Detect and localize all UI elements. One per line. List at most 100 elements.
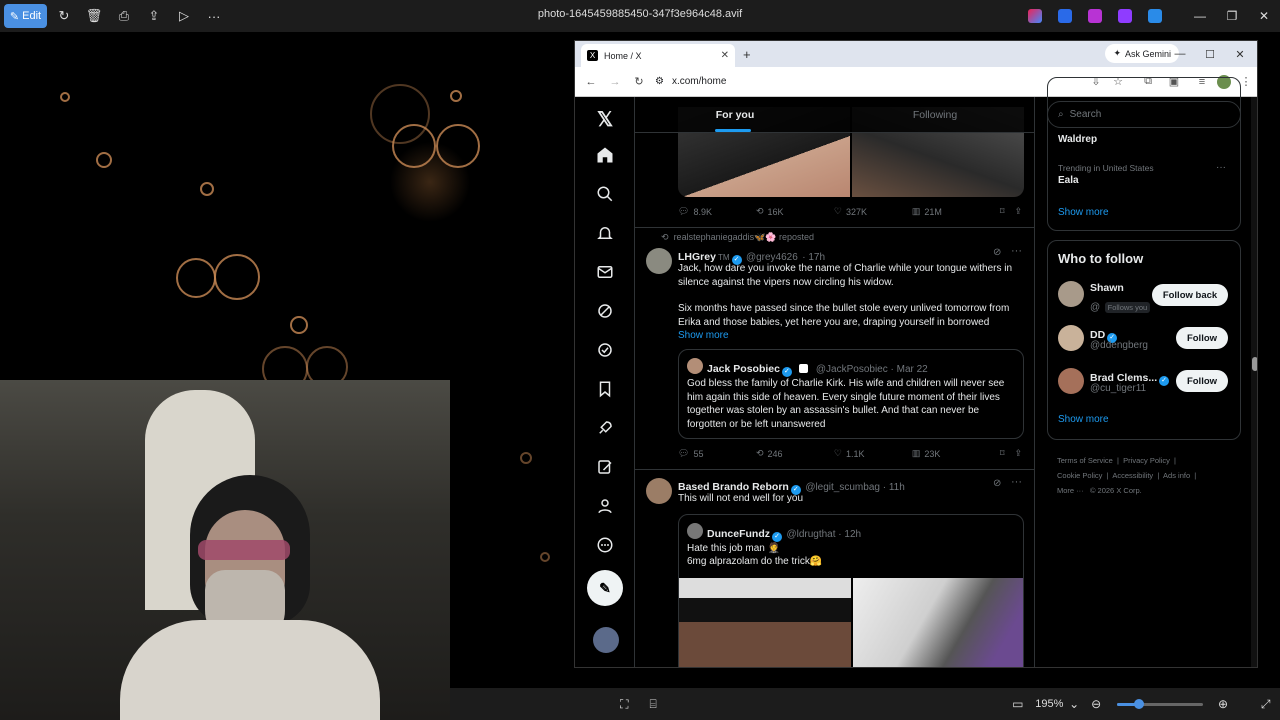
bookmark-icon: ⌑ <box>999 206 1005 216</box>
tab-following[interactable]: Following <box>835 97 1034 132</box>
url-field[interactable]: ⚙ x.com/home <box>655 76 1085 87</box>
reply-button[interactable]: 💬︎ 55 <box>678 448 756 459</box>
tab-home[interactable]: X Home / X ✕ <box>581 44 735 67</box>
more-icon[interactable] <box>593 533 617 557</box>
text-detect-icon[interactable]: ⌸ <box>639 692 668 716</box>
zoom-out-icon[interactable]: ⊖ <box>1082 692 1111 716</box>
more-icon[interactable]: ··· <box>199 4 229 28</box>
show-more-link[interactable]: Show more <box>1058 414 1109 425</box>
avatar[interactable] <box>1058 368 1084 394</box>
home-icon[interactable] <box>593 143 617 167</box>
reload-icon[interactable]: ↻ <box>627 70 651 94</box>
tab-for-you[interactable]: For you <box>635 97 835 132</box>
more-icon[interactable]: ··· <box>1216 162 1226 173</box>
accessibility-link[interactable]: Accessibility <box>1112 471 1153 480</box>
forward-icon[interactable]: → <box>603 70 627 94</box>
zoom-in-icon[interactable]: ⊕ <box>1209 692 1238 716</box>
grok-icon[interactable]: ⊘ <box>993 478 1001 489</box>
bookmark-button[interactable]: ⌑ <box>1000 448 1005 459</box>
repost-button[interactable]: ⟲ 246 <box>756 448 834 459</box>
copilot-icon[interactable] <box>1028 9 1042 23</box>
like-button[interactable]: ♡ 1.1K <box>834 448 912 459</box>
avatar[interactable] <box>1058 325 1084 351</box>
repost-button[interactable]: ⟲ 16K <box>756 206 834 217</box>
close-icon[interactable]: ✕ <box>721 50 729 61</box>
trash-icon[interactable]: 🗑 <box>79 4 109 28</box>
views-button[interactable]: ▥ 21M <box>912 206 990 217</box>
account-avatar[interactable] <box>593 627 619 653</box>
slideshow-icon[interactable]: ▷ <box>169 4 199 28</box>
bookmark-button[interactable]: ⌑ <box>1000 206 1005 217</box>
avatar[interactable] <box>687 523 703 539</box>
app-icon[interactable] <box>1058 9 1072 23</box>
views-button[interactable]: ▥ 23K <box>912 448 990 459</box>
x-logo-icon[interactable]: 𝕏 <box>593 107 617 131</box>
profile-icon[interactable] <box>593 494 617 518</box>
zoom-level[interactable]: 195% <box>1032 698 1066 710</box>
quoted-post[interactable]: DunceFundz ✓ @ldrugthat · 12h Hate this j… <box>678 514 1024 667</box>
edit-button[interactable]: ✎ Edit <box>4 4 47 28</box>
page-scrollbar[interactable] <box>1251 97 1257 667</box>
media-image[interactable] <box>679 578 851 667</box>
avatar[interactable] <box>646 478 672 504</box>
grok-icon[interactable]: ⊘ <box>993 247 1001 258</box>
trend-item[interactable]: Eala <box>1058 175 1079 186</box>
grok-icon[interactable] <box>593 299 617 323</box>
more-icon[interactable]: ··· <box>1011 476 1022 488</box>
expand-icon[interactable]: ⤢ <box>1251 692 1280 716</box>
ads-link[interactable]: Ads info <box>1163 471 1190 480</box>
share-icon[interactable]: ⇪ <box>139 4 169 28</box>
cloud-icon[interactable] <box>1148 9 1162 23</box>
compose-icon[interactable] <box>593 455 617 479</box>
zoom-slider-handle[interactable] <box>1134 698 1145 709</box>
close-icon[interactable]: ✕ <box>1248 0 1280 32</box>
minimize-icon[interactable]: — <box>1165 41 1195 67</box>
search-icon[interactable] <box>593 182 617 206</box>
maximize-icon[interactable]: ☐ <box>1195 41 1225 67</box>
show-more-link[interactable]: Show more <box>1058 207 1109 218</box>
bookmark-icon[interactable] <box>593 377 617 401</box>
follow-back-button[interactable]: Follow back <box>1152 284 1228 306</box>
show-more-link[interactable]: Show more <box>678 329 729 343</box>
cookie-link[interactable]: Cookie Policy <box>1057 471 1102 480</box>
avatar[interactable] <box>646 248 672 274</box>
follow-name[interactable]: Shawn <box>1090 282 1124 294</box>
maximize-icon[interactable]: ❐ <box>1216 0 1248 32</box>
more-link[interactable]: More ··· <box>1057 486 1084 495</box>
new-tab-icon[interactable]: + <box>743 47 751 62</box>
like-button[interactable]: ♡ 327K <box>834 206 912 217</box>
search-input[interactable]: ⌕ Search <box>1047 101 1241 128</box>
scrollbar-thumb[interactable] <box>1252 357 1257 371</box>
share-button[interactable]: ⇪ <box>1014 206 1022 217</box>
rotate-icon[interactable]: ↻ <box>49 4 79 28</box>
follow-button[interactable]: Follow <box>1176 370 1228 392</box>
share-button[interactable]: ⇪ <box>1014 448 1022 459</box>
avatar[interactable] <box>1058 281 1084 307</box>
media-image[interactable] <box>853 578 1023 667</box>
minimize-icon[interactable]: — <box>1184 0 1216 32</box>
print-icon[interactable]: ⎙ <box>109 4 139 28</box>
app-icon[interactable] <box>1088 9 1102 23</box>
site-info-icon[interactable]: ⚙ <box>655 76 664 87</box>
communities-icon[interactable] <box>593 338 617 362</box>
privacy-link[interactable]: Privacy Policy <box>1123 456 1170 465</box>
zoom-slider[interactable] <box>1116 698 1203 709</box>
chevron-down-icon[interactable]: ⌄ <box>1067 692 1082 716</box>
close-icon[interactable]: ✕ <box>1225 41 1255 67</box>
back-icon[interactable]: ← <box>579 70 603 94</box>
more-icon[interactable]: ··· <box>1011 245 1022 257</box>
fit-icon[interactable]: ⛶ <box>610 692 639 716</box>
avatar[interactable] <box>687 358 703 374</box>
messages-icon[interactable] <box>593 260 617 284</box>
post-button[interactable]: ✎ <box>587 570 623 606</box>
quoted-post[interactable]: Jack Posobiec ✓ @JackPosobiec · Mar 22 Go… <box>678 349 1024 439</box>
terms-link[interactable]: Terms of Service <box>1057 456 1113 465</box>
quote-media[interactable] <box>679 578 1023 667</box>
fit-window-icon[interactable]: ▭ <box>1003 692 1032 716</box>
follow-button[interactable]: Follow <box>1176 327 1228 349</box>
app-icon[interactable] <box>1118 9 1132 23</box>
reply-button[interactable]: 💬︎ 8.9K <box>678 206 756 217</box>
trend-item[interactable]: Waldrep <box>1058 134 1097 145</box>
rocket-icon[interactable] <box>593 416 617 440</box>
notifications-icon[interactable] <box>593 221 617 245</box>
